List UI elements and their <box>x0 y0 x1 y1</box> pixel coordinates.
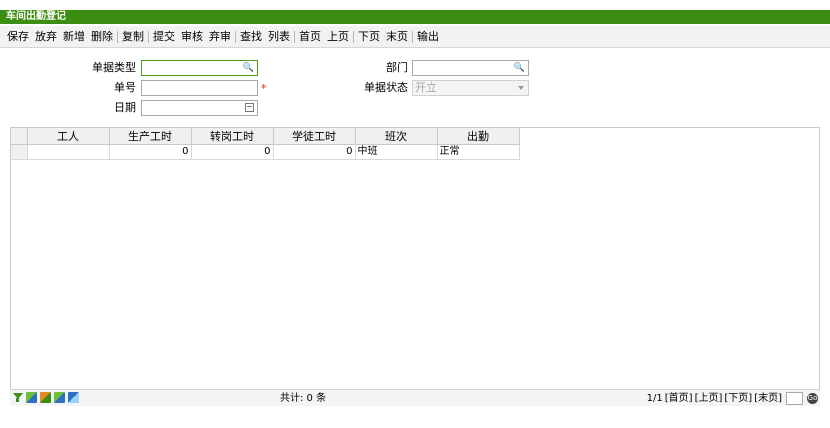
row-header-corner <box>11 128 28 145</box>
doc-type-field[interactable]: 🔍 <box>141 60 258 76</box>
doc-no-label: 单号 <box>114 81 136 94</box>
date-field[interactable] <box>141 100 258 116</box>
cell-transfer-hours[interactable]: 0 <box>191 144 274 160</box>
toolbar: 保存 放弃 新增 删除 复制 提交 审核 弃审 查找 列表 首页 上页 下页 末… <box>0 26 830 48</box>
prev-page-button[interactable]: 上页 <box>324 26 352 48</box>
cell-apprentice-hours[interactable]: 0 <box>273 144 356 160</box>
column-header-transfer-hours[interactable]: 转岗工时 <box>191 128 274 145</box>
detail-table: 工人 生产工时 转岗工时 学徒工时 班次 出勤 0 0 0 中班 正常 <box>11 128 520 160</box>
dept-label: 部门 <box>386 61 408 74</box>
dept-field[interactable]: 🔍 <box>412 60 529 76</box>
window-title: 车间出勤登记 <box>0 10 830 24</box>
toolbar-separator <box>117 30 118 43</box>
column-header-shift[interactable]: 班次 <box>355 128 438 145</box>
status-label: 单据状态 <box>364 81 408 94</box>
delete-button[interactable]: 删除 <box>88 26 116 48</box>
copy-button[interactable]: 复制 <box>119 26 147 48</box>
discard-button[interactable]: 放弃 <box>32 26 60 48</box>
column-header-attendance[interactable]: 出勤 <box>437 128 520 145</box>
submit-button[interactable]: 提交 <box>150 26 178 48</box>
column-header-worker[interactable]: 工人 <box>27 128 110 145</box>
column-header-prod-hours[interactable]: 生产工时 <box>109 128 192 145</box>
unapprove-button[interactable]: 弃审 <box>206 26 234 48</box>
append-row-icon[interactable] <box>54 392 65 403</box>
search-icon[interactable]: 🔍 <box>243 62 254 74</box>
pager-prev-link[interactable]: [上页] <box>695 390 723 407</box>
pager-first-link[interactable]: [首页] <box>665 390 693 407</box>
page-number-input[interactable] <box>786 392 803 405</box>
filter-icon[interactable] <box>12 392 23 403</box>
last-page-button[interactable]: 末页 <box>383 26 411 48</box>
column-header-apprentice-hours[interactable]: 学徒工时 <box>273 128 356 145</box>
next-page-button[interactable]: 下页 <box>355 26 383 48</box>
doc-type-label: 单据类型 <box>92 61 136 74</box>
save-button[interactable]: 保存 <box>4 26 32 48</box>
detail-grid: 工人 生产工时 转岗工时 学徒工时 班次 出勤 0 0 0 中班 正常 <box>10 127 820 406</box>
find-button[interactable]: 查找 <box>237 26 265 48</box>
toolbar-separator <box>294 30 295 43</box>
insert-row-icon[interactable] <box>40 392 51 403</box>
cell-worker[interactable] <box>27 144 110 160</box>
total-count: 共计: 0 条 <box>280 393 327 404</box>
list-button[interactable]: 列表 <box>265 26 293 48</box>
first-page-button[interactable]: 首页 <box>296 26 324 48</box>
chevron-down-icon <box>518 86 524 90</box>
toolbar-separator <box>353 30 354 43</box>
cell-prod-hours[interactable]: 0 <box>109 144 192 160</box>
page-info: 1/1 <box>646 393 663 404</box>
add-row-icon[interactable] <box>26 392 37 403</box>
export-button[interactable]: 输出 <box>414 26 442 48</box>
status-select: 开立 <box>412 80 529 96</box>
toolbar-separator <box>148 30 149 43</box>
required-mark: * <box>261 82 267 95</box>
doc-no-field[interactable] <box>141 80 258 96</box>
row-header[interactable] <box>11 144 28 160</box>
table-header-row: 工人 生产工时 转岗工时 学徒工时 班次 出勤 <box>11 128 520 145</box>
toolbar-separator <box>412 30 413 43</box>
table-row[interactable]: 0 0 0 中班 正常 <box>11 144 520 160</box>
approve-button[interactable]: 审核 <box>178 26 206 48</box>
cell-attendance[interactable]: 正常 <box>437 144 520 160</box>
toolbar-separator <box>235 30 236 43</box>
pager-last-link[interactable]: [末页] <box>754 390 782 407</box>
delete-row-icon[interactable] <box>68 392 79 403</box>
pager-toolbar <box>12 392 79 403</box>
pager-next-link[interactable]: [下页] <box>724 390 752 407</box>
date-label: 日期 <box>114 101 136 114</box>
calendar-icon[interactable] <box>245 103 254 112</box>
pagination: 1/1 [首页] [上页] [下页] [末页] Go <box>647 390 818 407</box>
search-icon[interactable]: 🔍 <box>514 62 525 74</box>
cell-shift[interactable]: 中班 <box>355 144 438 160</box>
pager-bar: 共计: 0 条 1/1 [首页] [上页] [下页] [末页] Go <box>10 389 820 406</box>
header-form: 单据类型 🔍 单号 * 日期 部门 🔍 单据状态 开立 <box>0 56 830 122</box>
go-icon[interactable]: Go <box>807 393 818 404</box>
status-value: 开立 <box>415 81 437 94</box>
new-button[interactable]: 新增 <box>60 26 88 48</box>
